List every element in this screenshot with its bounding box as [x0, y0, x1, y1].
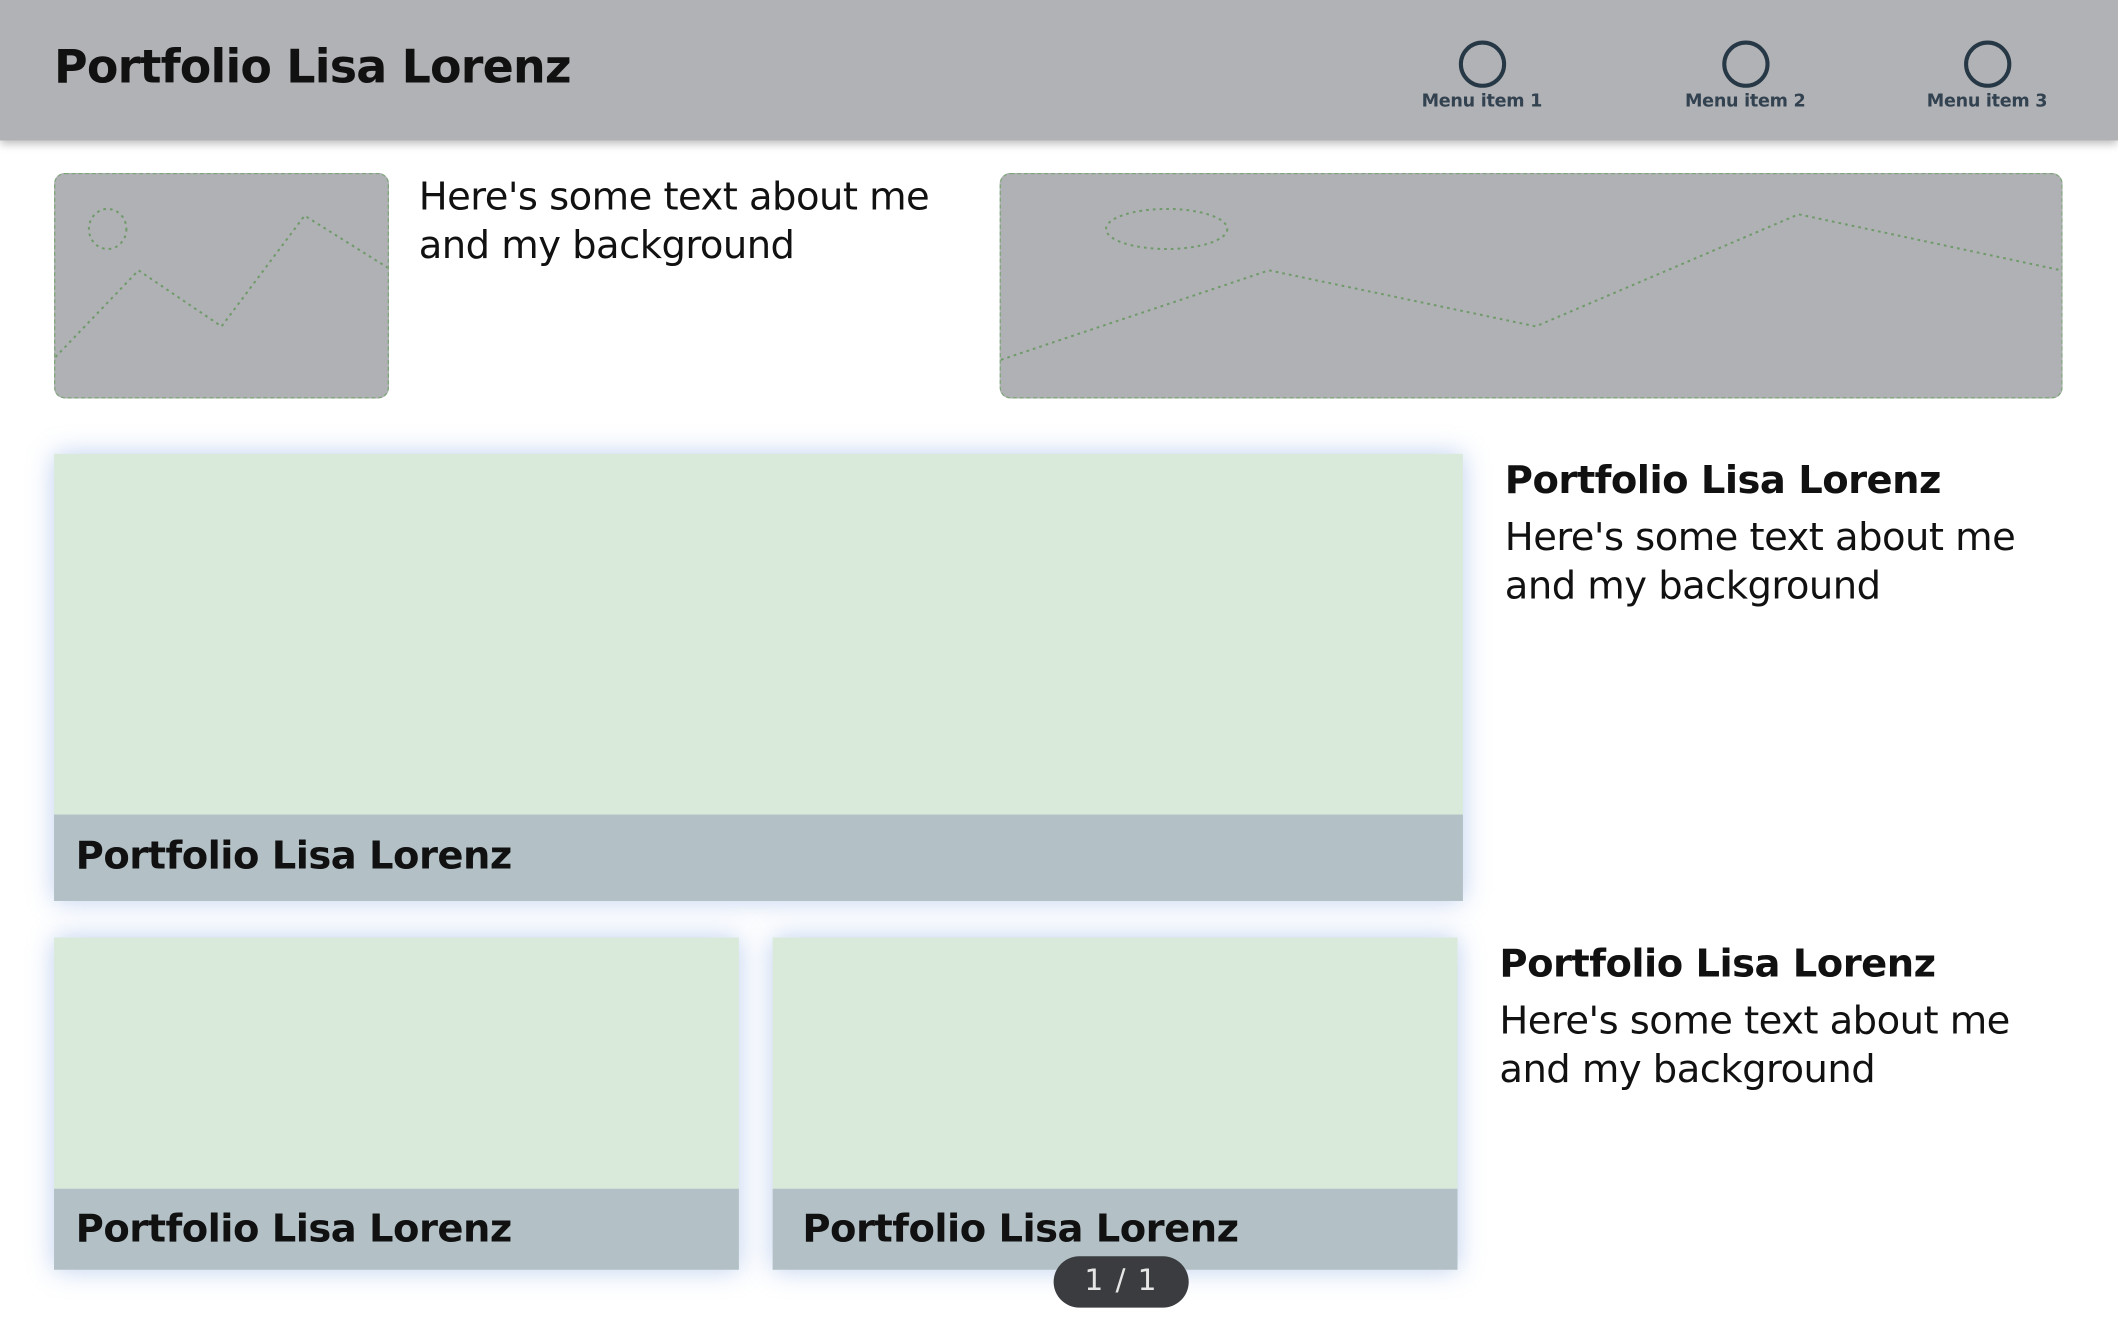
featured-description-text: Here's some text about me and my backgro… [1504, 514, 2016, 608]
menu-item-2-label: Menu item 2 [1684, 91, 1806, 113]
site-title: Portfolio Lisa Lorenz [54, 40, 572, 95]
image-placeholder-icon [55, 207, 388, 358]
intro-text: Here's some text about me and my backgro… [418, 174, 930, 268]
page: Portfolio Lisa Lorenz Menu item 1 Menu i… [0, 0, 2118, 1324]
profile-image-placeholder [54, 172, 390, 399]
menu-item-1-label: Menu item 1 [1421, 91, 1543, 113]
circle-icon [1963, 40, 2011, 88]
featured-project-card[interactable]: Portfolio Lisa Lorenz [54, 453, 1463, 901]
project-card-1[interactable]: Portfolio Lisa Lorenz [54, 937, 739, 1270]
menu-item-2[interactable]: Menu item 2 [1651, 38, 1840, 124]
featured-description-title: Portfolio Lisa Lorenz [1504, 457, 1942, 503]
card-caption: Portfolio Lisa Lorenz [54, 814, 1463, 901]
circle-icon [1721, 40, 1769, 88]
header-bar: Portfolio Lisa Lorenz Menu item 1 Menu i… [0, 0, 2118, 141]
projects-description: Portfolio Lisa Lorenz Here's some text a… [1499, 937, 2066, 1094]
image-placeholder-icon [1000, 207, 2062, 361]
projects-description-title: Portfolio Lisa Lorenz [1499, 941, 1936, 987]
page-indicator: 1 / 1 [1053, 1256, 1189, 1308]
banner-image-placeholder [999, 172, 2063, 399]
card-caption: Portfolio Lisa Lorenz [54, 1188, 739, 1270]
menu-item-1[interactable]: Menu item 1 [1387, 38, 1576, 124]
featured-description: Portfolio Lisa Lorenz Here's some text a… [1505, 454, 2072, 611]
menu-item-3-label: Menu item 3 [1926, 91, 2048, 113]
menu-item-3[interactable]: Menu item 3 [1892, 38, 2081, 124]
circle-icon [1458, 40, 1506, 88]
projects-description-text: Here's some text about me and my backgro… [1499, 998, 2010, 1092]
project-card-2[interactable]: Portfolio Lisa Lorenz [772, 937, 1458, 1270]
